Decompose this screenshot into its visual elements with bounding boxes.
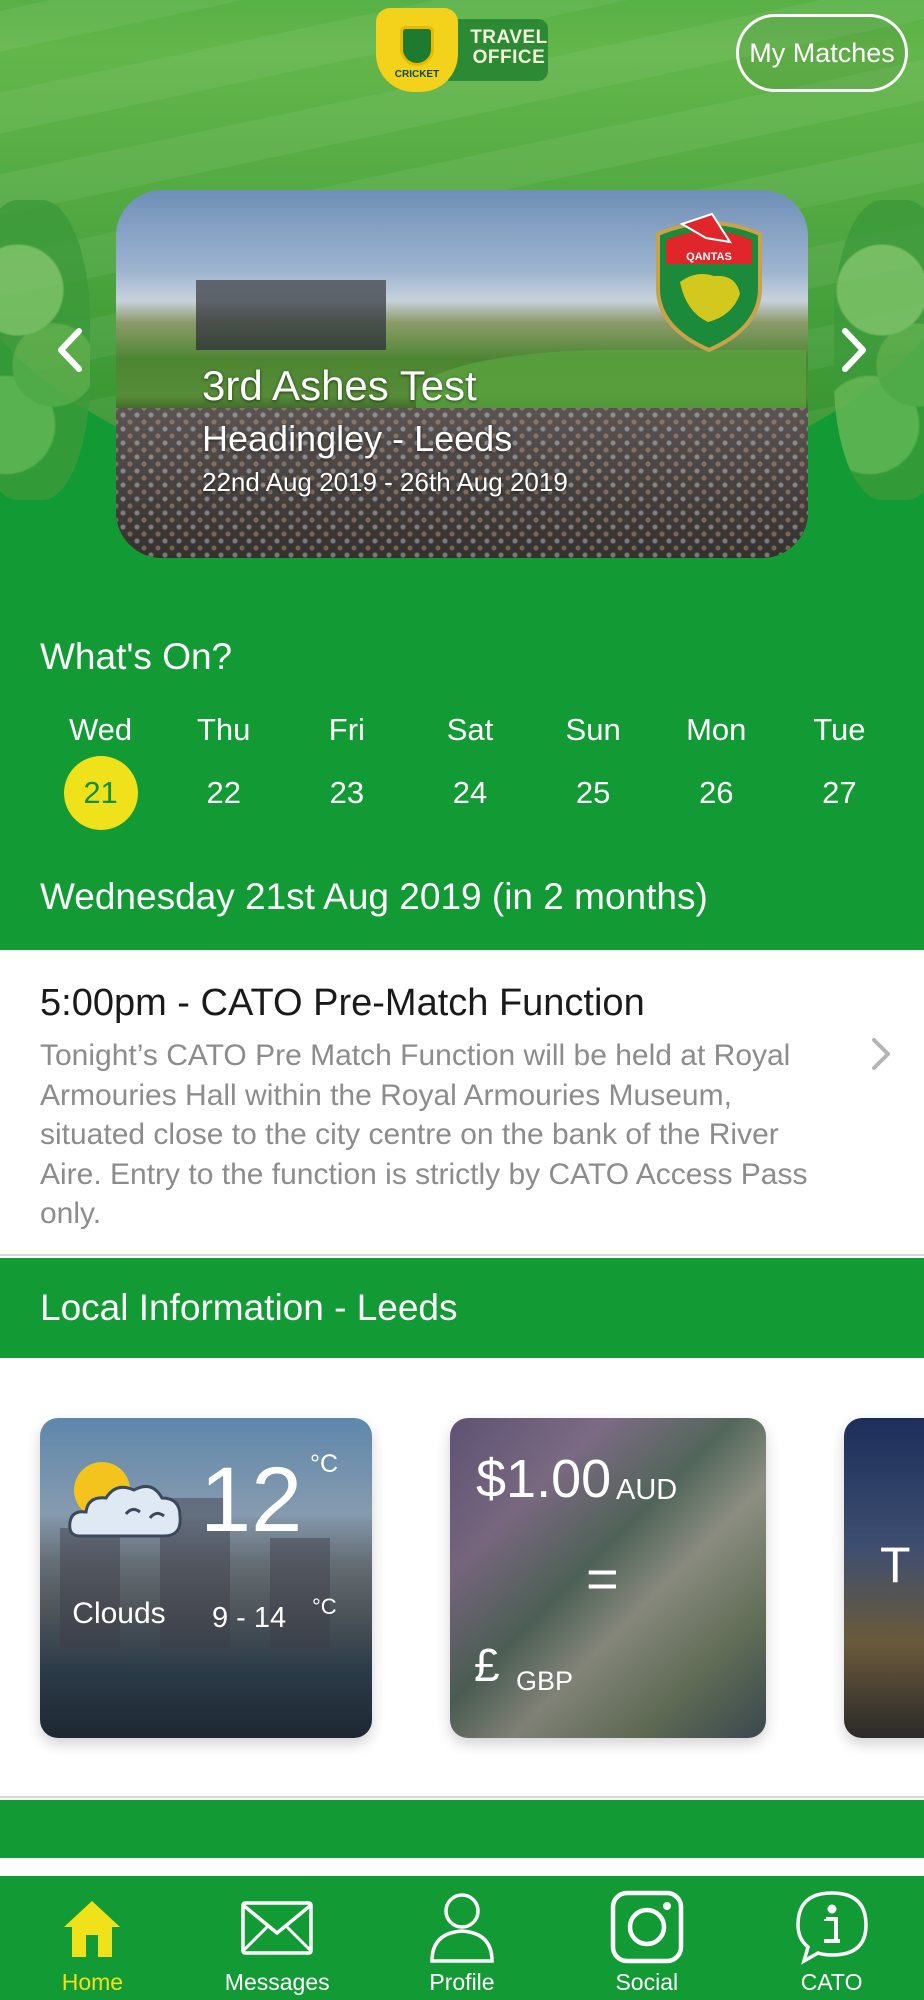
cricket-australia-shield: CRICKET [376, 8, 458, 92]
featured-match-card[interactable]: QANTAS 3rd Ashes Test Headingley - Leeds… [116, 190, 808, 558]
logo-tab: TRAVEL OFFICE [448, 19, 548, 81]
chevron-left-icon [58, 328, 82, 372]
weather-condition: Clouds [72, 1597, 166, 1630]
local-info-tile-partial[interactable]: T [844, 1418, 924, 1738]
day-number: 21 [63, 756, 138, 830]
day-name: Sun [565, 712, 621, 747]
day-mon[interactable]: Mon 26 [655, 708, 778, 830]
tab-label: Profile [429, 1969, 495, 1995]
day-name: Wed [68, 712, 133, 747]
weather-range-unit: °C [312, 1594, 337, 1619]
cricket-travel-office-logo: CRICKET TRAVEL OFFICE [376, 8, 548, 92]
tab-home[interactable]: Home [0, 1876, 185, 2000]
logo-line-2: OFFICE [472, 47, 546, 68]
carousel-prev-button[interactable] [50, 320, 90, 380]
match-venue: Headingley - Leeds [202, 418, 513, 459]
bottom-tab-bar: Home Messages Profile Social CATO [0, 1876, 924, 2000]
section-divider-green [0, 1800, 924, 1858]
currency-symbol: £ [474, 1639, 500, 1691]
currency-from-code: AUD [616, 1474, 678, 1506]
event-title: 5:00pm - CATO Pre-Match Function [40, 982, 645, 1024]
match-dates: 22nd Aug 2019 - 26th Aug 2019 [202, 467, 568, 497]
day-tue[interactable]: Tue 27 [778, 708, 901, 830]
info-bubble-icon [795, 1891, 868, 1965]
my-matches-button[interactable]: My Matches [736, 14, 908, 92]
tile-partial-text: T [880, 1537, 911, 1593]
tab-label: Home [61, 1969, 124, 1995]
day-number: 27 [822, 775, 857, 810]
envelope-icon [241, 1901, 313, 1955]
tab-profile[interactable]: Profile [370, 1876, 555, 2000]
tab-label: Social [615, 1969, 679, 1995]
match-title: 3rd Ashes Test [202, 362, 477, 409]
user-icon [430, 1893, 494, 1963]
crest-icon [400, 26, 434, 66]
chevron-right-icon [842, 328, 866, 372]
currency-to-code: GBP [516, 1666, 574, 1696]
day-number: 24 [452, 775, 488, 810]
match-info: 3rd Ashes Test Headingley - Leeds 22nd A… [202, 358, 568, 500]
whats-on-title: What's On? [40, 636, 233, 677]
qantas-badge-icon: QANTAS [656, 212, 762, 352]
currency-equals: = [586, 1547, 619, 1610]
tab-messages[interactable]: Messages [185, 1876, 370, 2000]
qantas-badge-text: QANTAS [686, 251, 732, 263]
weather-tile[interactable]: 12 °C Clouds 9 - 14 °C [40, 1418, 372, 1738]
chevron-right-icon [872, 1038, 890, 1070]
carousel-next-button[interactable] [834, 320, 874, 380]
event-list-item[interactable]: 5:00pm - CATO Pre-Match Function Tonight… [0, 950, 924, 1256]
day-number: 25 [575, 775, 611, 810]
logo-shield-text: CRICKET [394, 69, 440, 80]
day-number: 26 [699, 775, 734, 810]
day-name: Sat [446, 712, 494, 747]
currency-amount: $1.00 [476, 1449, 612, 1509]
weather-range: 9 - 14 [212, 1602, 287, 1634]
partly-cloudy-icon [68, 1462, 182, 1538]
home-icon [64, 1901, 121, 1957]
logo-line-1: TRAVEL [470, 27, 548, 48]
selected-date-heading: Wednesday 21st Aug 2019 (in 2 months) [40, 876, 708, 917]
day-number: 22 [206, 775, 241, 810]
weather-unit: °C [310, 1450, 339, 1478]
local-info-carousel[interactable]: 12 °C Clouds 9 - 14 °C $1.00 AUD = £ GBP… [0, 1358, 924, 1798]
tab-cato[interactable]: CATO [739, 1876, 924, 2000]
stadium-stand [196, 280, 386, 350]
weather-temperature: 12 [200, 1449, 303, 1551]
day-sat[interactable]: Sat 24 [408, 708, 531, 830]
tab-label: Messages [224, 1969, 330, 1995]
local-information-header: Local Information - Leeds [0, 1258, 924, 1358]
currency-tile[interactable]: $1.00 AUD = £ GBP [450, 1418, 766, 1738]
day-wed[interactable]: Wed 21 [39, 708, 162, 830]
day-sun[interactable]: Sun 25 [532, 708, 655, 830]
tab-social[interactable]: Social [554, 1876, 739, 2000]
day-name: Thu [197, 712, 251, 747]
event-description: Tonight’s CATO Pre Match Function will b… [40, 1039, 808, 1230]
instagram-icon [610, 1890, 684, 1964]
day-fri[interactable]: Fri 23 [285, 708, 408, 830]
day-name: Tue [813, 712, 866, 747]
tab-label: CATO [800, 1969, 863, 1995]
day-selector: Wed 21 Thu 22 Fri 23 Sat 24 Sun 25 Mon 2… [39, 708, 901, 830]
day-thu[interactable]: Thu 22 [162, 708, 285, 830]
day-name: Fri [328, 712, 365, 747]
day-number: 23 [329, 775, 365, 810]
day-name: Mon [686, 712, 747, 747]
